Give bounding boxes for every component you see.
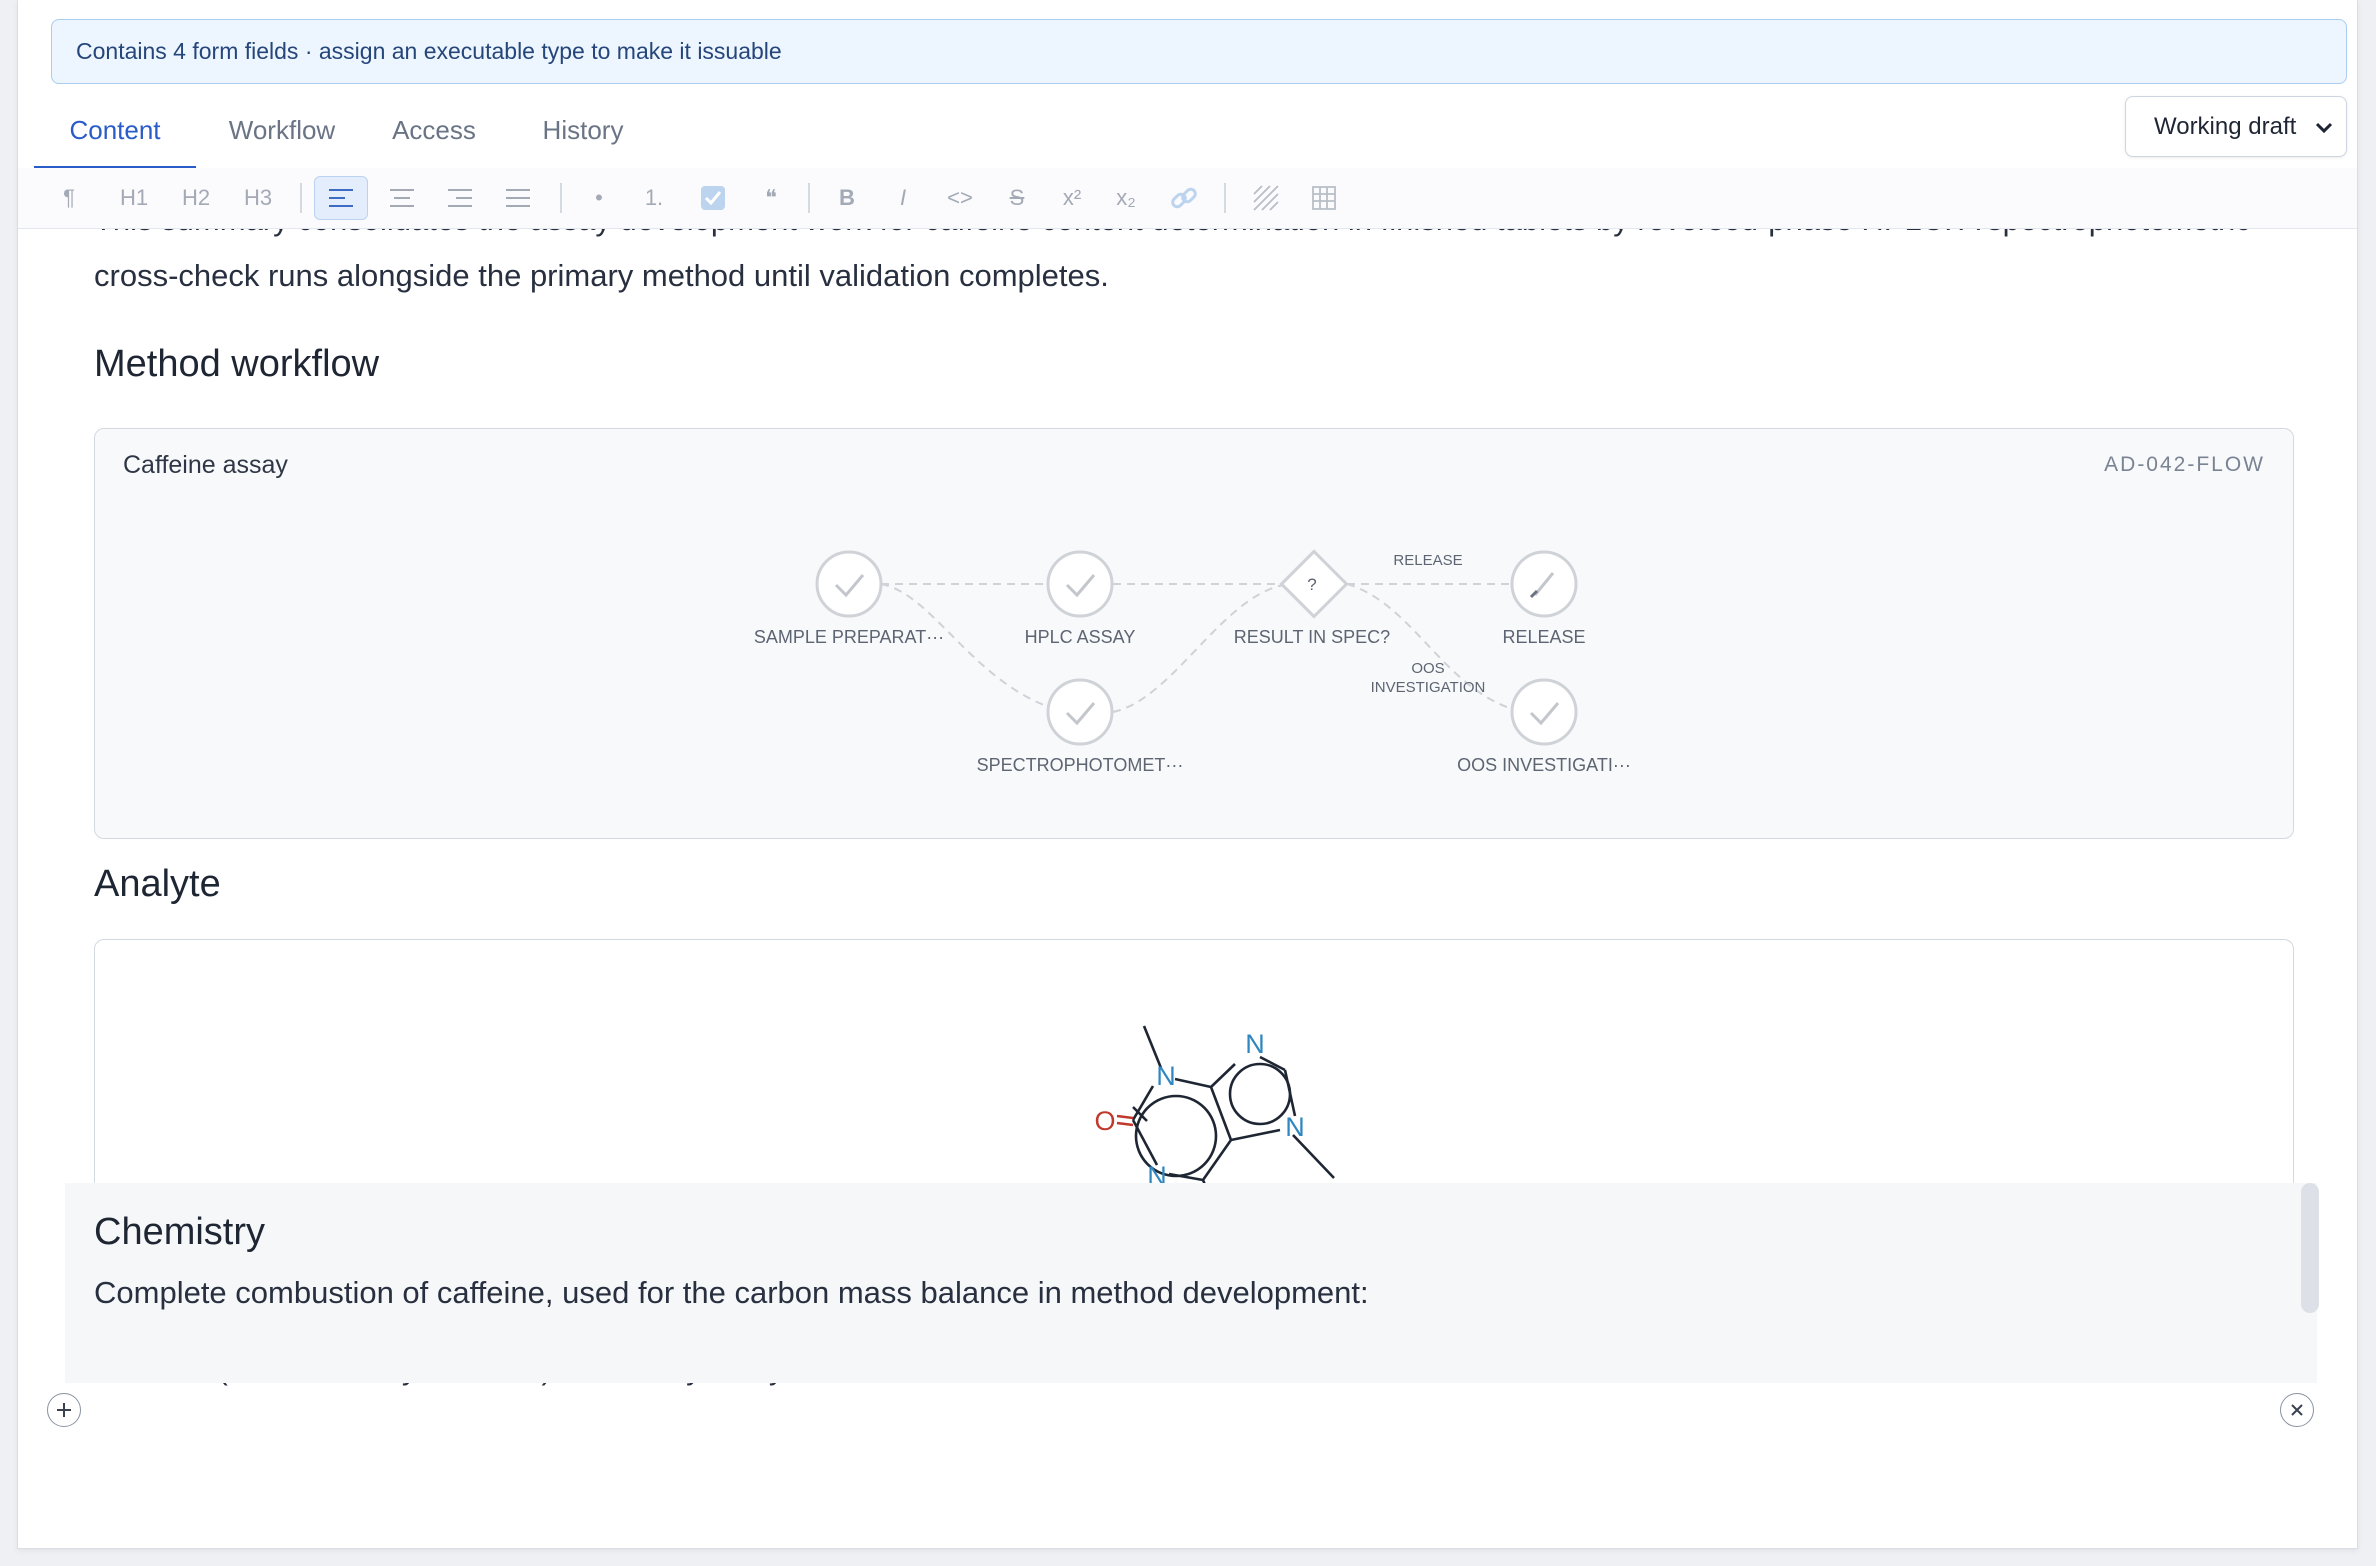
inline-code-button[interactable]: <>: [940, 176, 980, 220]
node-circle: [1510, 678, 1578, 746]
atom-n3: N: [1285, 1112, 1305, 1142]
plus-icon: [57, 1403, 71, 1417]
workflow-card: Caffeine assay AD-042-FLOW SAMPLE PREPAR…: [94, 428, 2294, 839]
align-right-button[interactable]: [436, 176, 484, 220]
info-banner: Contains 4 form fields · assign an execu…: [51, 19, 2347, 84]
align-right-icon: [448, 189, 472, 207]
remove-block-button[interactable]: [2280, 1393, 2314, 1427]
node-label: SAMPLE PREPARAT···: [754, 627, 944, 647]
add-block-button[interactable]: [47, 1393, 81, 1427]
chemistry-text: Complete combustion of caffeine, used fo…: [94, 1275, 1369, 1310]
workflow-heading: Method workflow: [94, 343, 380, 385]
checkbox-icon: [701, 186, 725, 210]
toolbar-divider: [808, 183, 810, 213]
banner-text: Contains 4 form fields · assign an execu…: [76, 38, 782, 64]
workflow-diagram: SAMPLE PREPARAT··· HPLC ASSAY ? RESULT I…: [754, 549, 1631, 775]
paragraph-button[interactable]: ¶: [54, 176, 84, 220]
close-icon: [2291, 1404, 2303, 1416]
node-spectro[interactable]: SPECTROPHOTOMET···: [977, 678, 1184, 775]
link-button[interactable]: [1166, 176, 1202, 220]
node-label: SPECTROPHOTOMET···: [977, 755, 1184, 775]
node-release[interactable]: RELEASE: [1502, 550, 1586, 647]
node-circle: [815, 550, 883, 618]
justify-icon: [506, 189, 530, 207]
align-center-button[interactable]: [378, 176, 426, 220]
heading1-button[interactable]: H1: [114, 176, 154, 220]
analyte-heading: Analyte: [94, 863, 221, 905]
toolbar-divider: [300, 183, 302, 213]
tab-access[interactable]: Access: [368, 92, 500, 168]
heading3-button[interactable]: H3: [238, 176, 278, 220]
edge-label-oos-1: OOS: [1411, 660, 1444, 677]
node-label: OOS INVESTIGATI···: [1457, 755, 1631, 775]
diagonal-hatch-icon: [1253, 185, 1279, 211]
intro-paragraph-line1: This summary consolidates the assay deve…: [94, 229, 2314, 248]
node-label: HPLC ASSAY: [1025, 627, 1136, 647]
bullet-list-button[interactable]: •: [584, 176, 614, 220]
tab-workflow[interactable]: Workflow: [208, 92, 356, 168]
node-result-decision[interactable]: ? RESULT IN SPEC?: [1234, 549, 1390, 647]
table-button[interactable]: [1306, 176, 1342, 220]
superscript-button[interactable]: x²: [1054, 176, 1090, 220]
checklist-button[interactable]: [696, 176, 730, 220]
toolbar-divider: [1224, 183, 1226, 213]
status-select-value: Working draft: [2154, 112, 2297, 140]
align-left-button[interactable]: [314, 176, 368, 220]
justify-button[interactable]: [494, 176, 542, 220]
tab-bar: Content Workflow Access History: [18, 92, 2357, 170]
node-hplc[interactable]: HPLC ASSAY: [1025, 550, 1136, 647]
status-select[interactable]: Working draft: [2125, 96, 2347, 157]
bold-button[interactable]: B: [832, 176, 862, 220]
chemistry-heading: Chemistry: [94, 1211, 266, 1253]
numbered-list-button[interactable]: 1.: [638, 176, 670, 220]
atom-n2: N: [1245, 1029, 1265, 1059]
scrollbar-thumb[interactable]: [2301, 1183, 2319, 1313]
editor-window: Contains 4 form fields · assign an execu…: [17, 0, 2358, 1549]
node-sample-prep[interactable]: SAMPLE PREPARAT···: [754, 550, 944, 647]
intro-paragraph-line2: cross-check runs alongside the primary m…: [94, 258, 1109, 293]
node-circle: [1046, 550, 1114, 618]
chemistry-block[interactable]: Chemistry Complete combustion of caffein…: [65, 1183, 2317, 1383]
heading2-button[interactable]: H2: [176, 176, 216, 220]
atom-n1: N: [1156, 1061, 1176, 1091]
toolbar-divider: [560, 183, 562, 213]
shading-button[interactable]: [1248, 176, 1284, 220]
node-circle: [1046, 678, 1114, 746]
node-label: RESULT IN SPEC?: [1234, 627, 1390, 647]
subscript-button[interactable]: x₂: [1108, 176, 1144, 220]
edge-label-oos-2: INVESTIGATION: [1371, 679, 1486, 696]
tab-content[interactable]: Content: [34, 92, 196, 170]
atom-o1: O: [1094, 1106, 1115, 1136]
quote-button[interactable]: ❝: [756, 176, 786, 220]
decision-symbol: ?: [1307, 575, 1316, 594]
tab-history[interactable]: History: [512, 92, 654, 168]
strikethrough-button[interactable]: S: [1002, 176, 1032, 220]
grid-icon: [1312, 186, 1336, 210]
italic-button[interactable]: I: [888, 176, 918, 220]
edge-label-release: RELEASE: [1393, 552, 1462, 569]
formatting-toolbar: ¶ H1 H2 H3 • 1. ❝ B I <> S x² x₂: [18, 168, 2357, 229]
align-center-icon: [390, 189, 414, 207]
align-left-icon: [329, 189, 353, 207]
link-icon: [1171, 187, 1197, 209]
node-label: RELEASE: [1502, 627, 1585, 647]
chevron-down-icon: [2315, 122, 2333, 134]
